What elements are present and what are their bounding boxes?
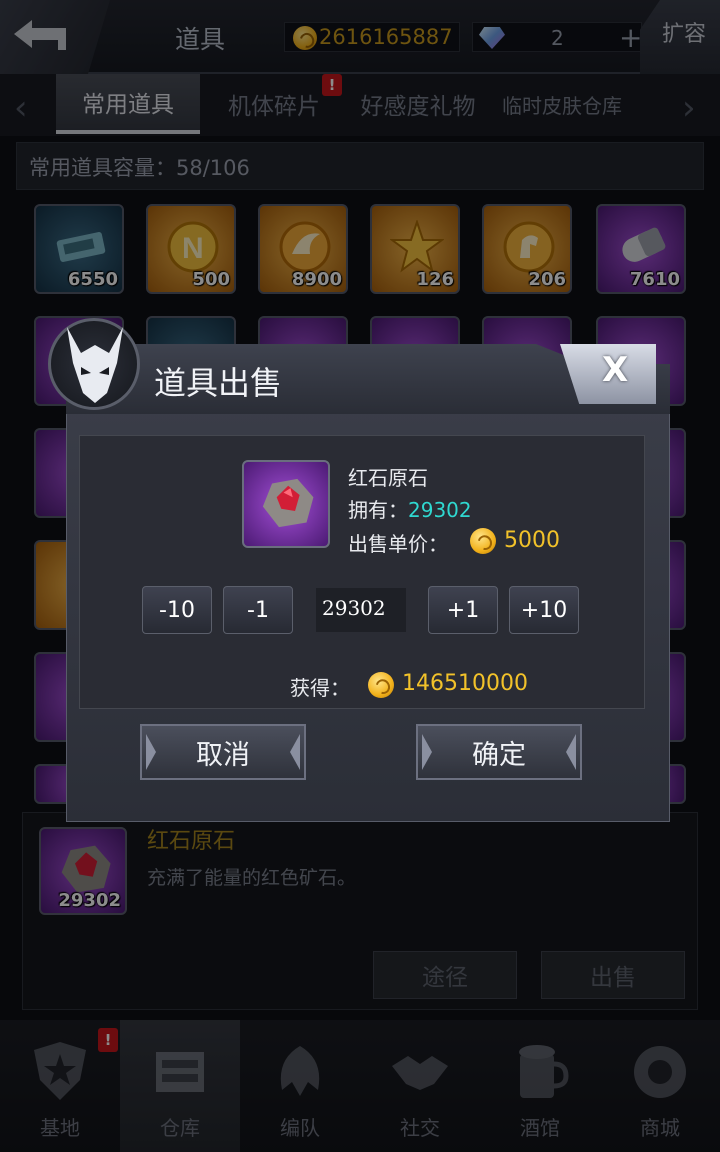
confirm-label: 确定 <box>472 739 526 771</box>
red-ore-icon <box>262 478 314 528</box>
dialog-title: 道具出售 <box>154 364 283 402</box>
dialog-content: 红石原石 拥有：29302 出售单价： 5000 -10 -1 29302 +1… <box>79 435 645 709</box>
gain-label: 获得： <box>290 676 350 700</box>
owned-label: 拥有： <box>348 498 408 522</box>
sell-dialog: 红石原石 拥有：29302 出售单价： 5000 -10 -1 29302 +1… <box>48 318 670 822</box>
mecha-head-icon <box>48 318 140 410</box>
gain-value: 146510000 <box>402 671 528 696</box>
gold-coin-icon <box>470 528 496 554</box>
quantity-input[interactable]: 29302 <box>316 588 406 632</box>
minus-1-button[interactable]: -1 <box>223 586 293 634</box>
sell-item-name: 红石原石 <box>348 466 428 490</box>
unit-price-row: 出售单价： 5000 <box>348 528 560 557</box>
close-icon: X <box>602 350 629 390</box>
unit-price-label: 出售单价： <box>348 532 448 556</box>
owned-value: 29302 <box>408 498 472 522</box>
gold-coin-icon <box>368 672 394 698</box>
cancel-button[interactable]: 取消 <box>140 724 306 780</box>
minus-10-button[interactable]: -10 <box>142 586 212 634</box>
sell-item-thumbnail <box>242 460 330 548</box>
confirm-button[interactable]: 确定 <box>416 724 582 780</box>
owned-row: 拥有：29302 <box>348 494 472 523</box>
plus-10-button[interactable]: +10 <box>509 586 579 634</box>
plus-1-button[interactable]: +1 <box>428 586 498 634</box>
gain-row: 获得： 146510000 <box>290 671 528 701</box>
unit-price-value: 5000 <box>504 528 560 553</box>
cancel-label: 取消 <box>196 739 250 771</box>
